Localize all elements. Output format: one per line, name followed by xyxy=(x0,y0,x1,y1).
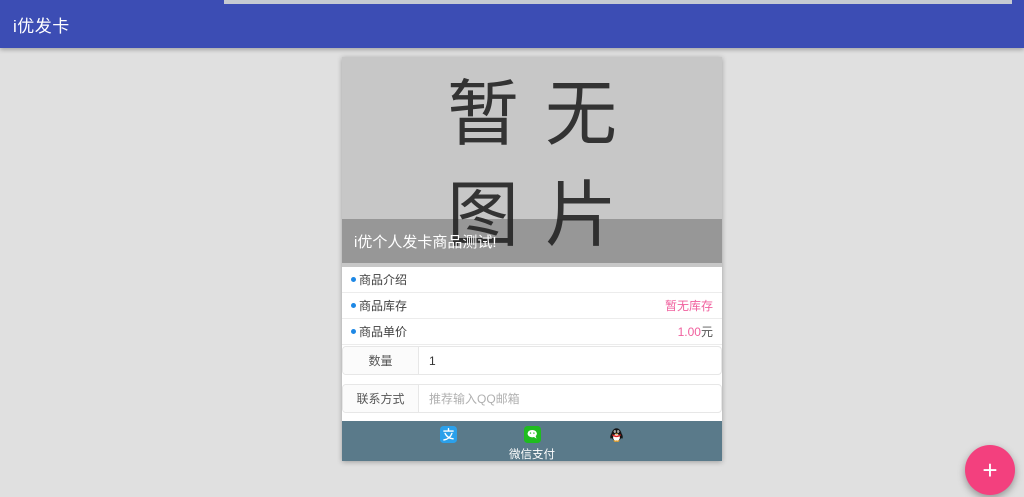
contact-input[interactable] xyxy=(419,385,721,412)
brand-title[interactable]: i优发卡 xyxy=(0,12,70,37)
wechat-pay-label: 微信支付 xyxy=(509,446,555,462)
bullet-icon xyxy=(351,329,356,334)
qq-payment-option[interactable] xyxy=(574,421,658,443)
top-progress-strip xyxy=(224,0,1012,4)
row-label: 商品库存 xyxy=(359,297,407,314)
add-fab-button[interactable]: + xyxy=(965,445,1015,495)
bullet-icon xyxy=(351,303,356,308)
price-unit: 元 xyxy=(701,325,713,339)
qq-penguin-icon xyxy=(608,426,625,443)
contact-label: 联系方式 xyxy=(343,385,419,412)
wechat-pay-payment-option[interactable]: 微信支付 xyxy=(490,421,574,462)
quantity-input[interactable] xyxy=(419,347,721,374)
quantity-label: 数量 xyxy=(343,347,419,374)
row-product-stock: 商品库存 暂无库存 xyxy=(342,293,722,319)
alipay-payment-option[interactable] xyxy=(406,421,490,443)
alipay-icon xyxy=(440,426,457,443)
contact-group: 联系方式 xyxy=(342,384,722,413)
quantity-group: 数量 xyxy=(342,346,722,375)
no-image-line1: 暂无 xyxy=(368,65,722,166)
product-title-overlay: i优个人发卡商品测试! xyxy=(342,219,722,263)
row-label: 商品介绍 xyxy=(359,271,407,288)
product-title: i优个人发卡商品测试! xyxy=(342,231,497,252)
row-product-intro: 商品介绍 xyxy=(342,267,722,293)
navbar: i优发卡 xyxy=(0,0,1024,48)
product-card: 暂无 图片 i优个人发卡商品测试! 商品介绍 商品库存 暂无库存 商品单价 xyxy=(342,57,722,461)
row-product-price: 商品单价 1.00元 xyxy=(342,319,722,345)
wechat-pay-icon xyxy=(524,426,541,443)
payment-footer: 微信支付 xyxy=(342,421,722,461)
price-value: 1.00 xyxy=(678,325,701,339)
product-info-list: 商品介绍 商品库存 暂无库存 商品单价 1.00元 xyxy=(342,267,722,345)
bullet-icon xyxy=(351,277,356,282)
stock-status: 暂无库存 xyxy=(665,297,713,314)
row-label: 商品单价 xyxy=(359,323,407,340)
product-image-placeholder: 暂无 图片 i优个人发卡商品测试! xyxy=(342,57,722,267)
